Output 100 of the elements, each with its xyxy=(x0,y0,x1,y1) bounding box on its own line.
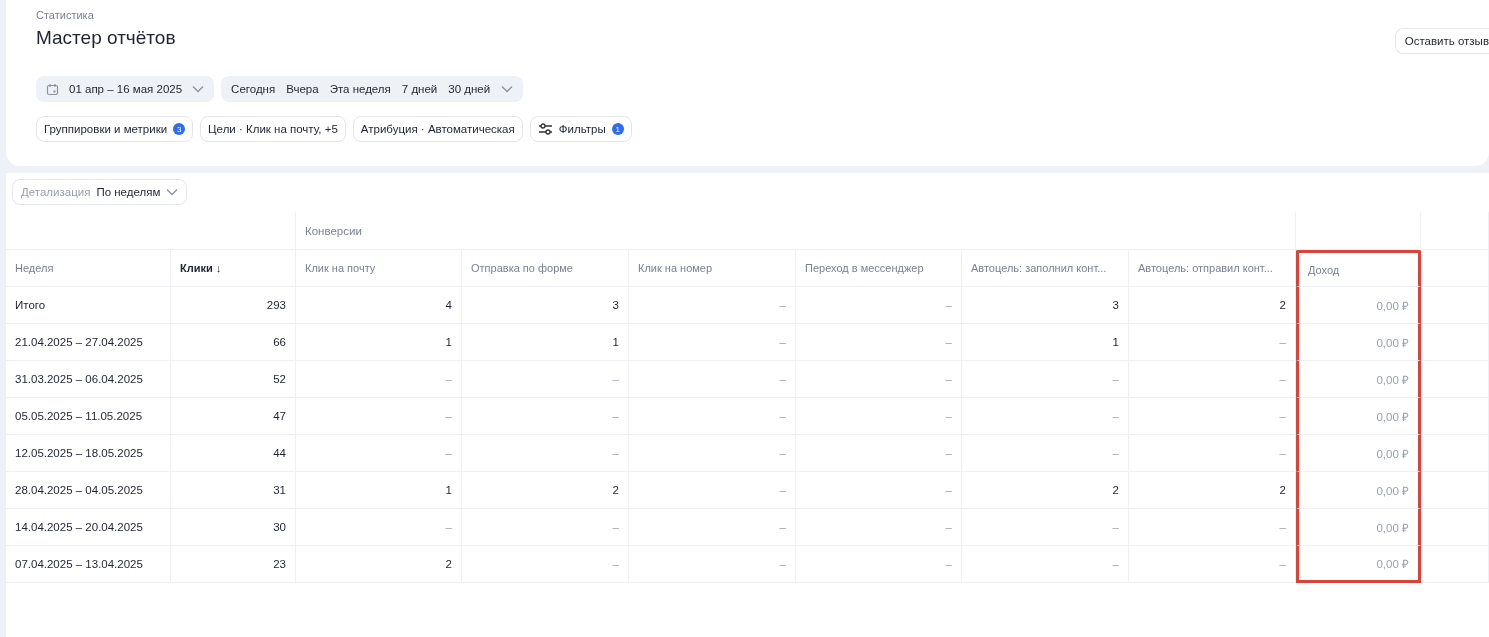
period-preset[interactable]: Вчера xyxy=(286,83,319,95)
table-cell: 2 xyxy=(1129,472,1296,509)
column-header[interactable]: Клики ↓ xyxy=(171,250,296,287)
period-preset[interactable]: Сегодня xyxy=(231,83,276,95)
empty-cell xyxy=(1421,324,1489,361)
table-cell: – xyxy=(629,398,796,435)
table-cell: – xyxy=(629,361,796,398)
table-cell: – xyxy=(1129,324,1296,361)
table-cell: 4 xyxy=(296,287,462,324)
table-cell: 1 xyxy=(462,324,629,361)
column-header[interactable]: Неделя xyxy=(6,250,171,287)
detail-dropdown[interactable]: Детализация По неделям xyxy=(12,179,188,205)
table-cell: 14.04.2025 – 20.04.2025 xyxy=(6,509,171,546)
calendar-icon xyxy=(46,82,59,96)
table-cell: 2 xyxy=(462,472,629,509)
table-cell: 31.03.2025 – 06.04.2025 xyxy=(6,361,171,398)
breadcrumb[interactable]: Статистика xyxy=(36,9,176,21)
table-cell: – xyxy=(629,435,796,472)
table-cell: 3 xyxy=(962,287,1129,324)
period-preset[interactable]: 30 дней xyxy=(448,83,491,95)
column-header[interactable]: Клик на номер xyxy=(629,250,796,287)
table-cell: – xyxy=(962,435,1129,472)
table-cell: Итого xyxy=(6,287,171,324)
empty-header-cell xyxy=(1421,212,1489,250)
table-cell: 2 xyxy=(962,472,1129,509)
table-cell: – xyxy=(296,509,462,546)
chevron-down-icon xyxy=(192,85,205,93)
table-cell: 2 xyxy=(296,546,462,583)
filter-chip[interactable]: Цели · Клик на почту, +5 xyxy=(200,116,346,142)
table-cell: 28.04.2025 – 04.05.2025 xyxy=(6,472,171,509)
period-preset[interactable]: 7 дней xyxy=(401,83,438,95)
table-cell: 0,00 ₽ xyxy=(1296,361,1421,398)
table-cell: – xyxy=(962,546,1129,583)
empty-cell xyxy=(1421,361,1489,398)
date-range-dropdown[interactable]: 01 апр – 16 мая 2025 xyxy=(36,76,215,102)
table-cell: – xyxy=(462,435,629,472)
table-cell: – xyxy=(796,435,962,472)
table-cell: – xyxy=(296,398,462,435)
table-cell: 47 xyxy=(171,398,296,435)
table-cell: – xyxy=(796,324,962,361)
table-cell: 31 xyxy=(171,472,296,509)
table-cell: – xyxy=(796,509,962,546)
table-cell: – xyxy=(796,287,962,324)
column-header[interactable]: Автоцель: отправил конт... xyxy=(1129,250,1296,287)
column-header[interactable]: Переход в мессенджер xyxy=(796,250,962,287)
table-cell: – xyxy=(296,435,462,472)
table-cell: – xyxy=(462,361,629,398)
table-cell: 0,00 ₽ xyxy=(1296,435,1421,472)
period-preset[interactable]: Эта неделя xyxy=(329,83,391,95)
table-cell: – xyxy=(462,509,629,546)
table-cell: 30 xyxy=(171,509,296,546)
table-cell: – xyxy=(796,472,962,509)
table-cell: 52 xyxy=(171,361,296,398)
table-cell: 2 xyxy=(1129,287,1296,324)
table-cell: 1 xyxy=(296,324,462,361)
column-header[interactable]: Доход xyxy=(1296,250,1421,287)
column-header[interactable]: Клик на почту xyxy=(296,250,462,287)
table-cell: 0,00 ₽ xyxy=(1296,398,1421,435)
table-cell: – xyxy=(1129,435,1296,472)
column-header[interactable]: Автоцель: заполнил конт... xyxy=(962,250,1129,287)
table-cell: 1 xyxy=(962,324,1129,361)
empty-cell xyxy=(1421,546,1489,583)
empty-cell xyxy=(1421,509,1489,546)
table-cell: – xyxy=(1129,546,1296,583)
table-cell: 0,00 ₽ xyxy=(1296,287,1421,324)
column-header[interactable]: Отправка по форме xyxy=(462,250,629,287)
table-cell: – xyxy=(962,361,1129,398)
column-group-header: Конверсии xyxy=(296,212,1296,250)
table-cell: – xyxy=(462,546,629,583)
table-cell: – xyxy=(629,324,796,361)
empty-header-cell xyxy=(1421,250,1489,287)
chevron-down-icon xyxy=(166,188,179,196)
feedback-button[interactable]: Оставить отзыв xyxy=(1394,28,1489,54)
table-cell: – xyxy=(296,361,462,398)
table-cell: – xyxy=(629,472,796,509)
empty-cell xyxy=(1421,287,1489,324)
table-cell: 66 xyxy=(171,324,296,361)
table-cell: 293 xyxy=(171,287,296,324)
table-cell: – xyxy=(796,361,962,398)
filter-chip[interactable]: Атрибуция · Автоматическая xyxy=(352,116,523,142)
table-cell: – xyxy=(629,509,796,546)
table-cell: – xyxy=(1129,509,1296,546)
table-cell: – xyxy=(629,546,796,583)
table-cell: 21.04.2025 – 27.04.2025 xyxy=(6,324,171,361)
table-cell: 0,00 ₽ xyxy=(1296,546,1421,583)
table-cell: 3 xyxy=(462,287,629,324)
table-cell: – xyxy=(462,398,629,435)
count-badge: 1 xyxy=(611,123,624,135)
filter-chip[interactable]: Фильтры 1 xyxy=(529,116,632,142)
table-cell: 12.05.2025 – 18.05.2025 xyxy=(6,435,171,472)
sliders-icon xyxy=(537,123,553,135)
table-cell: – xyxy=(1129,398,1296,435)
table-cell: 07.04.2025 – 13.04.2025 xyxy=(6,546,171,583)
chevron-down-icon[interactable] xyxy=(501,85,514,93)
table-cell: – xyxy=(1129,361,1296,398)
table-cell: – xyxy=(962,398,1129,435)
empty-cell xyxy=(1421,435,1489,472)
filter-chip[interactable]: Группировки и метрики 3 xyxy=(36,116,194,142)
table-cell: – xyxy=(962,509,1129,546)
table-cell: – xyxy=(796,398,962,435)
